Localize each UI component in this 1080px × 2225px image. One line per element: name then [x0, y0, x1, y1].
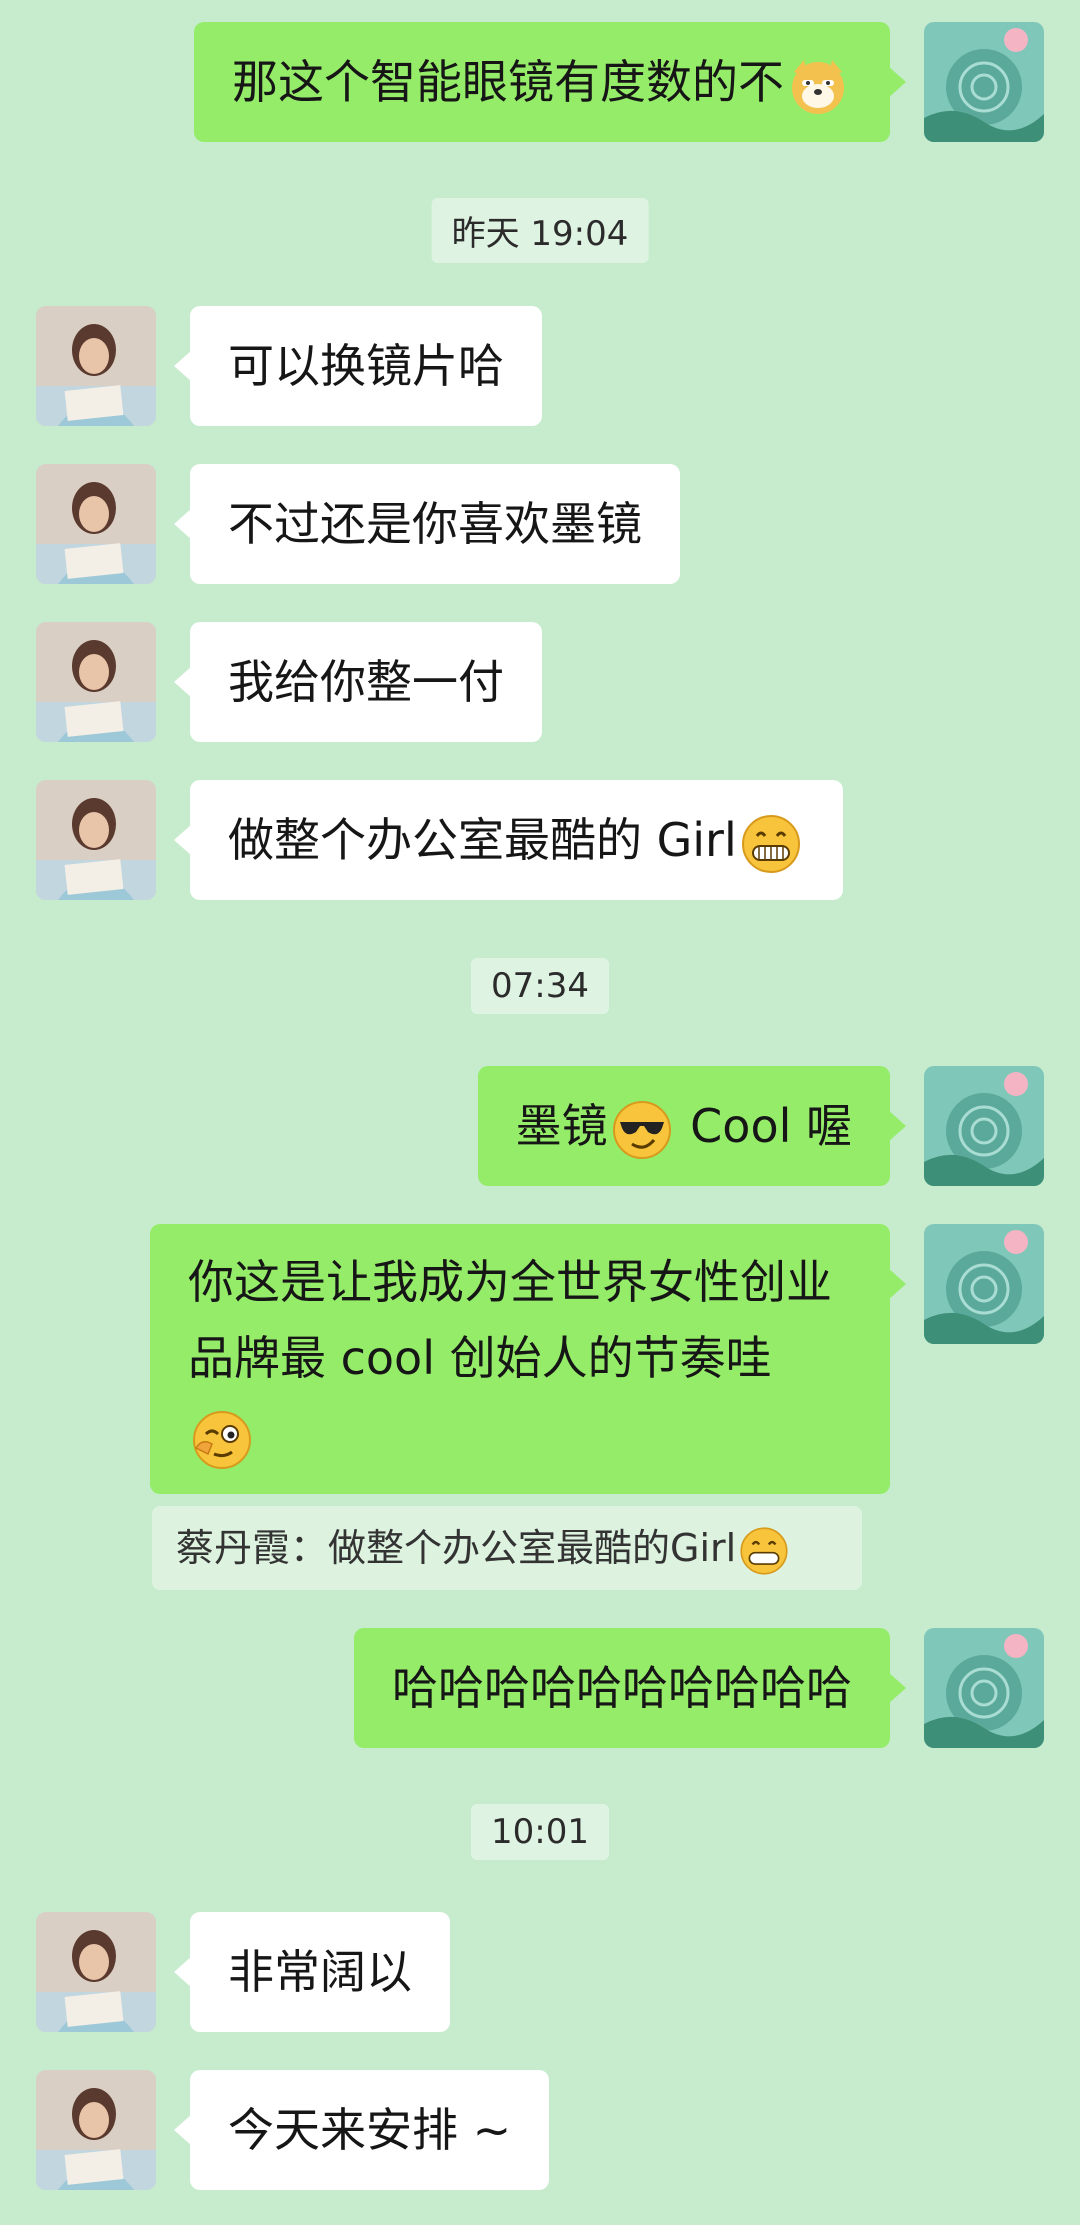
quoted-message[interactable]: 蔡丹霞：做整个办公室最酷的Girl: [152, 1506, 862, 1590]
message-bubble[interactable]: 你这是让我成为全世界女性创业品牌最 cool 创始人的节奏哇: [150, 1224, 906, 1494]
message-text: 做整个办公室最酷的 Girl: [228, 813, 737, 867]
contact-avatar[interactable]: [36, 464, 156, 584]
message-bubble[interactable]: 做整个办公室最酷的 Girl: [174, 780, 843, 900]
message-text: 那这个智能眼镜有度数的不: [232, 55, 784, 109]
message-bubble[interactable]: 今天来安排 ~: [173, 2070, 550, 2190]
grin-emoji-icon: [738, 1525, 790, 1577]
message-text: 墨镜: [515, 1099, 608, 1153]
contact-avatar[interactable]: [36, 2070, 156, 2190]
message-bubble[interactable]: 那这个智能眼镜有度数的不: [194, 22, 906, 142]
message-text: 非常阔以: [228, 1945, 412, 1999]
timestamp: 10:01: [471, 1804, 609, 1860]
message-bubble[interactable]: 哈哈哈哈哈哈哈哈哈哈: [354, 1628, 906, 1748]
contact-avatar[interactable]: [36, 622, 156, 742]
message-text: 哈哈哈哈哈哈哈哈哈哈: [392, 1661, 852, 1715]
message-bubble[interactable]: 不过还是你喜欢墨镜: [174, 464, 680, 584]
message-bubble[interactable]: 可以换镜片哈: [174, 306, 542, 426]
contact-avatar[interactable]: [36, 306, 156, 426]
message-text: 不过还是你喜欢墨镜: [228, 497, 642, 551]
wink-emoji-icon: [190, 1408, 254, 1472]
contact-avatar[interactable]: [36, 1912, 156, 2032]
message-bubble[interactable]: 我给你整一付: [174, 622, 542, 742]
timestamp: 昨天 19:04: [431, 198, 649, 263]
doge-emoji-icon: [786, 54, 850, 118]
grin-emoji-icon: [739, 812, 803, 876]
message-text: 可以换镜片哈: [228, 339, 504, 393]
my-avatar[interactable]: [924, 22, 1044, 142]
message-bubble[interactable]: 非常阔以: [174, 1912, 450, 2032]
timestamp: 07:34: [471, 958, 609, 1014]
message-text: 今天来安排 ~: [228, 2103, 512, 2157]
sunglasses-emoji-icon: [610, 1098, 674, 1162]
quoted-text: 蔡丹霞：做整个办公室最酷的Girl: [176, 1526, 737, 1570]
message-text: Cool 喔: [675, 1099, 852, 1153]
contact-avatar[interactable]: [36, 780, 156, 900]
my-avatar[interactable]: [924, 1628, 1044, 1748]
my-avatar[interactable]: [924, 1066, 1044, 1186]
message-text: 我给你整一付: [228, 655, 504, 709]
message-bubble[interactable]: 墨镜 Cool 喔: [477, 1066, 907, 1186]
my-avatar[interactable]: [924, 1224, 1044, 1344]
message-text: 你这是让我成为全世界女性创业品牌最 cool 创始人的节奏哇: [188, 1255, 832, 1385]
